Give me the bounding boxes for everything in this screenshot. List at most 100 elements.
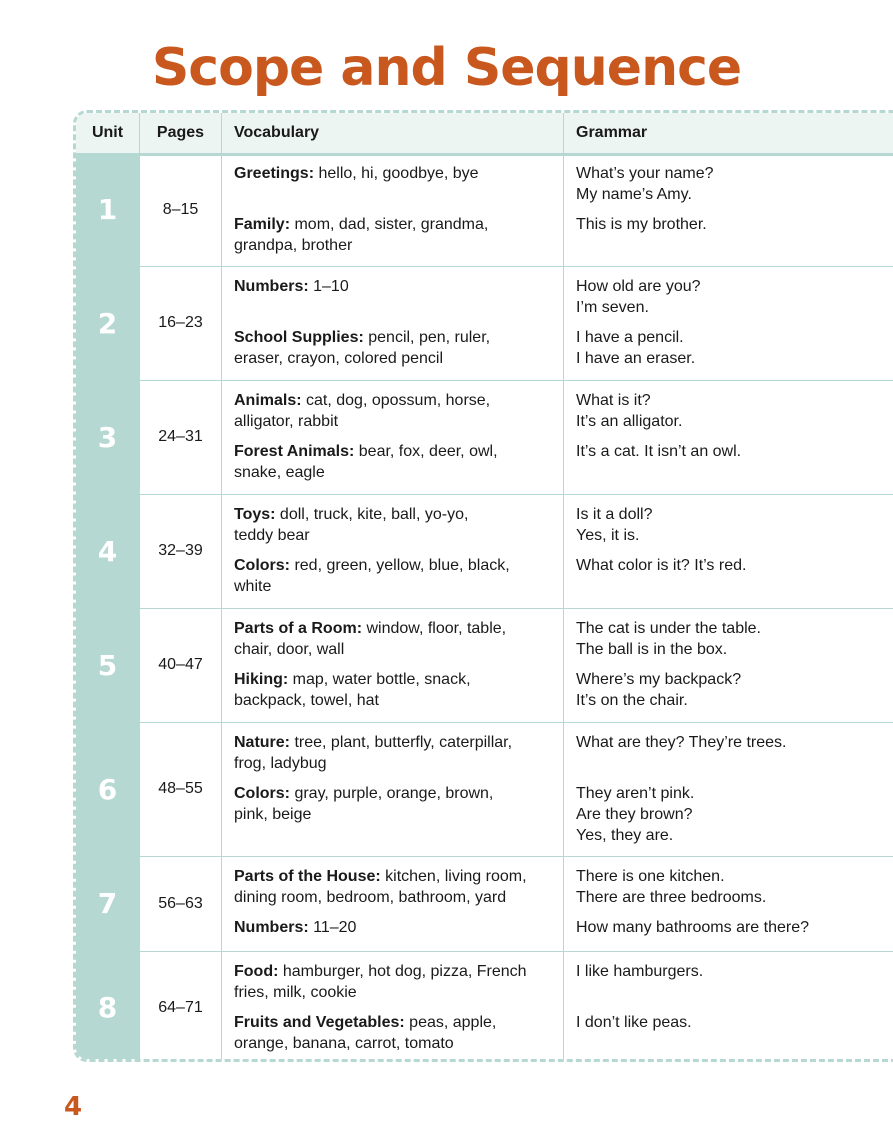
- grammar-line: What color is it? It’s red.: [576, 557, 747, 574]
- unit-pages: 40–47: [139, 608, 221, 722]
- vocabulary-cell: Nature: tree, plant, butterfly, caterpil…: [221, 722, 563, 856]
- vocab-words: 11–20: [308, 919, 357, 936]
- vocab-line: pink, beige: [234, 806, 312, 823]
- unit-pages: 56–63: [139, 856, 221, 951]
- vocab-label: Animals:: [234, 392, 302, 409]
- grammar-line: I have an eraser.: [576, 350, 696, 367]
- grammar-line: Yes, it is.: [576, 527, 640, 544]
- vocab-label: Colors:: [234, 557, 290, 574]
- vocab-line: Food: hamburger, hot dog, pizza, French: [234, 961, 563, 982]
- vocab-line: white: [234, 578, 272, 595]
- vocab-label: Hiking:: [234, 671, 289, 688]
- vocab-label: School Supplies:: [234, 329, 364, 346]
- vocab-words: gray, purple, orange, brown,: [290, 785, 494, 802]
- unit-number: 2: [97, 306, 118, 340]
- vocab-line: alligator, rabbit: [234, 413, 339, 430]
- vocab-words: doll, truck, kite, ball, yo-yo,: [275, 506, 469, 523]
- vocab-label: Forest Animals:: [234, 443, 355, 460]
- vocab-line: Animals: cat, dog, opossum, horse,: [234, 390, 563, 411]
- grammar-line: It’s an alligator.: [576, 413, 683, 430]
- vocab-words: window, floor, table,: [362, 620, 507, 637]
- vocab-line: Greetings: hello, hi, goodbye, bye: [234, 163, 563, 184]
- vocab-line: grandpa, brother: [234, 237, 353, 254]
- header-vocabulary: Vocabulary: [221, 113, 563, 153]
- vocabulary-cell: Numbers: 1–10 School Supplies: pencil, pe…: [221, 266, 563, 380]
- grammar-line: This is my brother.: [576, 216, 707, 233]
- grammar-line: Are they brown?: [576, 806, 693, 823]
- vocab-label: Numbers:: [234, 278, 309, 295]
- table-row: 6 48–55 Nature: tree, plant, butterfly, ca…: [76, 722, 893, 857]
- vocab-line: teddy bear: [234, 527, 310, 544]
- vocab-line: Parts of a Room: window, floor, table,: [234, 618, 563, 639]
- vocab-label: Nature:: [234, 734, 291, 751]
- vocab-label: Food:: [234, 963, 279, 980]
- header-grammar: Grammar: [563, 113, 893, 153]
- vocab-line: Colors: red, green, yellow, blue, black,: [234, 555, 563, 576]
- scope-sequence-table: Unit Pages Vocabulary Grammar 1 8–15 Greet…: [73, 110, 893, 1062]
- vocab-words: peas, apple,: [404, 1014, 497, 1031]
- vocab-label: Family:: [234, 216, 291, 233]
- unit-number: 1: [97, 193, 118, 226]
- table-row: 5 40–47 Parts of a Room: window, floor, ta…: [76, 608, 893, 723]
- grammar-line: There are three bedrooms.: [576, 889, 767, 906]
- unit-pages: 24–31: [139, 380, 221, 494]
- table-row: 2 16–23 Numbers: 1–10 School Supplies: penc…: [76, 266, 893, 381]
- vocab-line: Numbers: 11–20: [234, 917, 563, 938]
- vocabulary-cell: Greetings: hello, hi, goodbye, bye Family…: [221, 153, 563, 266]
- vocabulary-cell: Toys: doll, truck, kite, ball, yo-yo, ted…: [221, 494, 563, 608]
- grammar-line: I’m seven.: [576, 299, 649, 316]
- grammar-line: I don’t like peas.: [576, 1014, 692, 1031]
- vocab-label: Parts of the House:: [234, 868, 381, 885]
- vocabulary-cell: Parts of a Room: window, floor, table, ch…: [221, 608, 563, 722]
- vocab-line: frog, ladybug: [234, 755, 327, 772]
- grammar-line: What’s your name?: [576, 165, 714, 182]
- grammar-line: What is it?: [576, 392, 651, 409]
- vocabulary-cell: Parts of the House: kitchen, living room…: [221, 856, 563, 951]
- unit-pages: 16–23: [139, 266, 221, 380]
- vocab-label: Toys:: [234, 506, 276, 523]
- vocab-line: backpack, towel, hat: [234, 692, 379, 709]
- vocab-line: Family: mom, dad, sister, grandma,: [234, 214, 563, 235]
- vocab-label: Fruits and Vegetables:: [234, 1014, 405, 1031]
- grammar-line: My name’s Amy.: [576, 186, 692, 203]
- grammar-cell: What is it? It’s an alligator. It’s a cat.…: [563, 380, 893, 494]
- table-row: 4 32–39 Toys: doll, truck, kite, ball, yo-…: [76, 494, 893, 609]
- vocab-label: Greetings:: [234, 165, 315, 182]
- grammar-line: The cat is under the table.: [576, 620, 761, 637]
- vocab-words: cat, dog, opossum, horse,: [301, 392, 491, 409]
- table-header-row: Unit Pages Vocabulary Grammar: [76, 113, 893, 156]
- grammar-cell: There is one kitchen. There are three bed…: [563, 856, 893, 951]
- grammar-line: How old are you?: [576, 278, 701, 295]
- page-title: Scope and Sequence: [151, 38, 742, 98]
- vocab-words: red, green, yellow, blue, black,: [290, 557, 510, 574]
- vocab-line: Hiking: map, water bottle, snack,: [234, 669, 563, 690]
- grammar-line: They aren’t pink.: [576, 785, 695, 802]
- vocab-label: Parts of a Room:: [234, 620, 363, 637]
- unit-number: 4: [97, 534, 118, 568]
- grammar-line: I like hamburgers.: [576, 963, 704, 980]
- grammar-line: It’s a cat. It isn’t an owl.: [576, 443, 742, 460]
- vocab-words: pencil, pen, ruler,: [363, 329, 491, 346]
- vocabulary-cell: Animals: cat, dog, opossum, horse, alliga…: [221, 380, 563, 494]
- unit-number: 3: [97, 420, 118, 454]
- grammar-cell: Is it a doll? Yes, it is. What color is it…: [563, 494, 893, 608]
- vocab-line: Parts of the House: kitchen, living room…: [234, 866, 563, 887]
- vocab-line: Forest Animals: bear, fox, deer, owl,: [234, 441, 563, 462]
- grammar-line: I have a pencil.: [576, 329, 684, 346]
- unit-pages: 8–15: [139, 153, 221, 266]
- vocab-words: hello, hi, goodbye, bye: [314, 165, 479, 182]
- grammar-line: There is one kitchen.: [576, 868, 725, 885]
- unit-pages: 32–39: [139, 494, 221, 608]
- grammar-cell: What are they? They’re trees. They aren’t…: [563, 722, 893, 856]
- vocab-words: hamburger, hot dog, pizza, French: [278, 963, 527, 980]
- unit-pages: 64–71: [139, 951, 221, 1059]
- vocab-line: School Supplies: pencil, pen, ruler,: [234, 327, 563, 348]
- table-row: 7 56–63 Parts of the House: kitchen, livin…: [76, 856, 893, 952]
- vocab-words: 1–10: [308, 278, 349, 295]
- vocabulary-cell: Food: hamburger, hot dog, pizza, French f…: [221, 951, 563, 1059]
- grammar-line: The ball is in the box.: [576, 641, 728, 658]
- vocab-label: Colors:: [234, 785, 290, 802]
- vocab-line: eraser, crayon, colored pencil: [234, 350, 443, 367]
- table-row: 1 8–15 Greetings: hello, hi, goodbye, bye F…: [76, 153, 893, 267]
- unit-pages: 48–55: [139, 722, 221, 856]
